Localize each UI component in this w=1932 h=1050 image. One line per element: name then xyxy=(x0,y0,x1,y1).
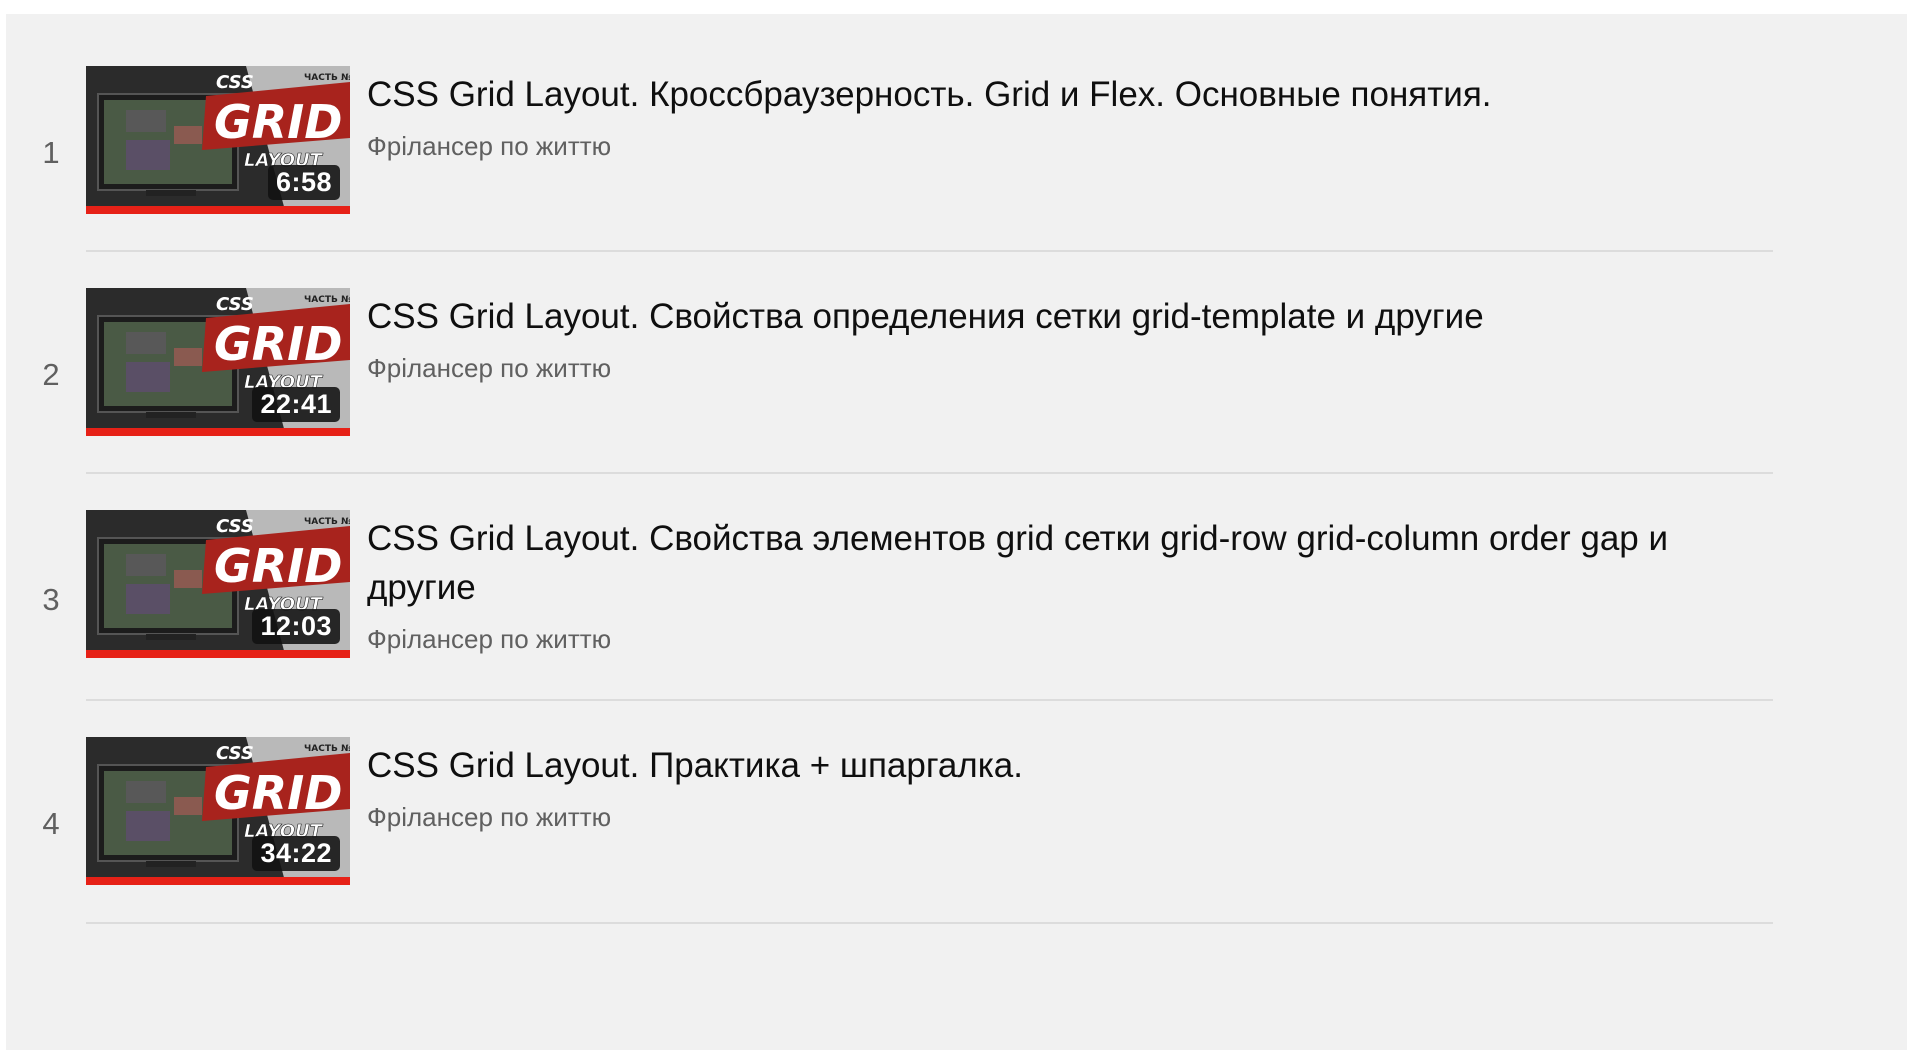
thumb-part-text: ЧАСТЬ №4 xyxy=(304,744,350,754)
thumb-css-text: CSS xyxy=(216,743,254,764)
divider xyxy=(86,699,1773,701)
video-thumbnail[interactable]: CSS ЧАСТЬ №1 GRID LAYOUT 6:58 xyxy=(86,66,350,214)
divider xyxy=(86,250,1773,252)
duration-badge: 22:41 xyxy=(252,387,340,422)
thumb-css-text: CSS xyxy=(216,294,254,315)
channel-name[interactable]: Фрілансер по життю xyxy=(367,353,1767,384)
item-index: 1 xyxy=(42,135,60,170)
item-meta: CSS Grid Layout. Практика + шпаргалка. Ф… xyxy=(367,741,1767,833)
thumb-part-text: ЧАСТЬ №3 xyxy=(304,517,350,527)
item-meta: CSS Grid Layout. Кроссбраузерность. Grid… xyxy=(367,70,1767,162)
thumb-grid-text: GRID xyxy=(214,95,342,149)
watched-progress-bar xyxy=(86,206,350,214)
thumb-css-text: CSS xyxy=(216,72,254,93)
scrollbar-track[interactable] xyxy=(1907,0,1932,1050)
duration-badge: 34:22 xyxy=(252,836,340,871)
item-index: 4 xyxy=(42,806,60,841)
item-meta: CSS Grid Layout. Свойства элементов grid… xyxy=(367,514,1767,655)
video-title[interactable]: CSS Grid Layout. Свойства определения се… xyxy=(367,292,1767,341)
channel-name[interactable]: Фрілансер по життю xyxy=(367,624,1767,655)
duration-badge: 12:03 xyxy=(252,609,340,644)
item-meta: CSS Grid Layout. Свойства определения се… xyxy=(367,292,1767,384)
video-thumbnail[interactable]: CSS ЧАСТЬ №3 GRID LAYOUT 12:03 xyxy=(86,510,350,658)
item-index: 2 xyxy=(42,357,60,392)
channel-name[interactable]: Фрілансер по життю xyxy=(367,131,1767,162)
thumb-grid-text: GRID xyxy=(214,766,342,820)
divider xyxy=(86,472,1773,474)
thumb-part-text: ЧАСТЬ №2 xyxy=(304,295,350,305)
video-thumbnail[interactable]: CSS ЧАСТЬ №4 GRID LAYOUT 34:22 xyxy=(86,737,350,885)
duration-badge: 6:58 xyxy=(267,165,340,200)
divider xyxy=(86,922,1773,924)
thumb-part-text: ЧАСТЬ №1 xyxy=(304,73,350,83)
video-title[interactable]: CSS Grid Layout. Кроссбраузерность. Grid… xyxy=(367,70,1767,119)
thumb-grid-text: GRID xyxy=(214,539,342,593)
video-title[interactable]: CSS Grid Layout. Свойства элементов grid… xyxy=(367,514,1767,612)
watched-progress-bar xyxy=(86,650,350,658)
video-title[interactable]: CSS Grid Layout. Практика + шпаргалка. xyxy=(367,741,1767,790)
watched-progress-bar xyxy=(86,428,350,436)
item-index: 3 xyxy=(42,582,60,617)
playlist-panel: 1 CSS ЧАСТЬ №1 GRID LAYOUT xyxy=(6,14,1907,1050)
channel-name[interactable]: Фрілансер по життю xyxy=(367,802,1767,833)
thumb-css-text: CSS xyxy=(216,516,254,537)
video-thumbnail[interactable]: CSS ЧАСТЬ №2 GRID LAYOUT 22:41 xyxy=(86,288,350,436)
thumb-grid-text: GRID xyxy=(214,317,342,371)
watched-progress-bar xyxy=(86,877,350,885)
